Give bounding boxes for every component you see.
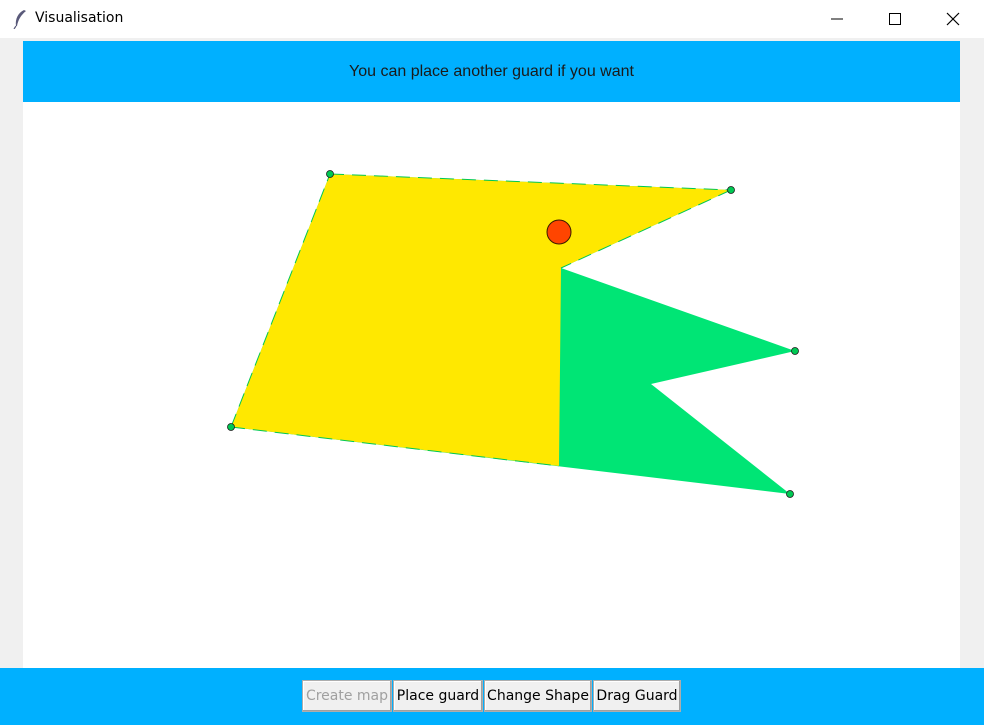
- polygon-visualisation[interactable]: [0, 0, 984, 725]
- vertex-handle[interactable]: [227, 423, 235, 431]
- place-guard-button[interactable]: Place guard: [393, 680, 483, 712]
- vertex-handle[interactable]: [791, 347, 799, 355]
- vertex-handle[interactable]: [727, 186, 735, 194]
- change-shape-button[interactable]: Change Shape: [484, 680, 592, 712]
- vertex-handle[interactable]: [326, 170, 334, 178]
- drawing-canvas[interactable]: [23, 102, 960, 668]
- guard-marker[interactable]: [546, 219, 572, 245]
- create-map-button[interactable]: Create map: [302, 680, 392, 712]
- drag-guard-button[interactable]: Drag Guard: [593, 680, 681, 712]
- vertex-handle[interactable]: [786, 490, 794, 498]
